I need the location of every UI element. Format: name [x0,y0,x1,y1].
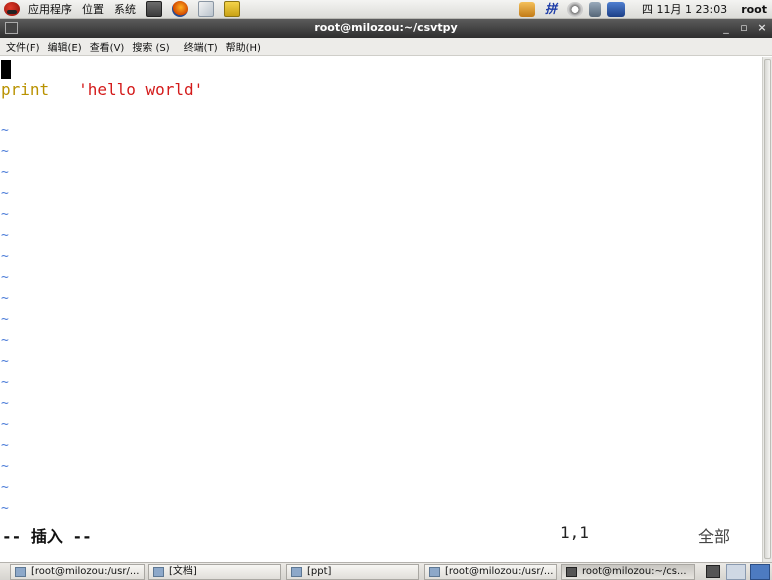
task-label: [root@milozou:/usr/... [31,566,140,577]
tilde-marker: ~ [1,354,9,369]
close-button[interactable]: × [755,21,769,35]
tilde-marker: ~ [1,459,9,474]
display-icon[interactable] [607,1,625,17]
task-label: [root@milozou:/usr/... [445,566,554,577]
terminal-area[interactable]: print 'hello world' ~ ~ ~ ~ ~ ~ ~ ~ ~ ~ ~ ~ ~ ~ ~ ~ ~ ~ ~ … [0,57,762,562]
folder-icon [291,567,302,577]
window-title: root@milozou:~/csvtpy [314,21,458,34]
tilde-marker: ~ [1,333,9,348]
code-line: print 'hello world' [1,79,203,101]
input-method-icon[interactable]: 拼 [541,2,561,17]
workspace-1[interactable] [726,564,746,580]
keyword-print: print [1,80,50,99]
mail-icon[interactable] [198,1,214,17]
tilde-marker: ~ [1,270,9,285]
menu-edit[interactable]: 编辑(E) [44,39,86,54]
string-literal: 'hello world' [78,80,204,99]
tilde-marker: ~ [1,249,9,264]
tilde-marker: ~ [1,417,9,432]
tilde-marker: ~ [1,375,9,390]
task-terminal-usr-2[interactable]: [root@milozou:/usr/... [424,564,557,580]
tilde-marker: ~ [1,501,9,516]
task-ppt[interactable]: [ppt] [286,564,419,580]
tilde-marker: ~ [1,207,9,222]
vim-mode-indicator: -- 插入 -- [2,527,92,546]
minimize-button[interactable]: _ [719,21,733,35]
firefox-icon[interactable] [172,1,188,17]
clock[interactable]: 四 11月 1 23:03 [642,1,727,17]
show-desktop-icon[interactable] [706,565,720,578]
update-icon[interactable] [567,1,583,17]
user-name[interactable]: root [741,3,767,16]
terminal-icon [566,567,577,577]
menu-terminal[interactable]: 终端(T) [180,39,222,54]
scrollbar-thumb[interactable] [764,59,771,559]
terminal-icon [429,567,440,577]
tilde-marker: ~ [1,123,9,138]
menu-view[interactable]: 查看(V) [86,39,129,54]
menu-search[interactable]: 搜索 (S) [128,39,173,54]
tilde-marker: ~ [1,186,9,201]
places-menu[interactable]: 位置 [77,0,109,19]
scroll-indicator: 全部 [698,527,731,546]
cursor-position: 1,1 [560,523,589,542]
window-titlebar[interactable]: root@milozou:~/csvtpy _ ▫ × [0,19,772,38]
redhat-logo-icon[interactable] [4,2,20,16]
tilde-marker: ~ [1,480,9,495]
applications-menu[interactable]: 应用程序 [23,0,77,19]
tilde-marker: ~ [1,165,9,180]
task-terminal-usr-1[interactable]: [root@milozou:/usr/... [10,564,145,580]
tilde-marker: ~ [1,228,9,243]
text-cursor [1,60,11,79]
tilde-marker: ~ [1,396,9,411]
taskbar: [root@milozou:/usr/... [文档] [ppt] [root@… [0,562,772,580]
folder-icon [153,567,164,577]
tilde-marker: ~ [1,312,9,327]
notes-icon[interactable] [224,1,240,17]
tilde-marker: ~ [1,291,9,306]
workspace-2[interactable] [750,564,770,580]
maximize-button[interactable]: ▫ [737,21,751,35]
network-icon[interactable] [519,1,535,17]
menu-file[interactable]: 文件(F) [2,39,44,54]
task-label: [文档] [169,566,197,577]
scrollbar[interactable] [762,57,772,562]
task-terminal-active[interactable]: root@milozou:~/cs... [561,564,695,580]
tilde-marker: ~ [1,144,9,159]
system-menu[interactable]: 系统 [109,0,141,19]
top-panel: 应用程序 位置 系统 拼 四 11月 1 23:03 root [0,0,772,19]
terminal-icon[interactable] [146,1,162,17]
tilde-marker: ~ [1,438,9,453]
task-documents[interactable]: [文档] [148,564,281,580]
terminal-icon [15,567,26,577]
task-label: root@milozou:~/cs... [582,566,687,577]
task-label: [ppt] [307,566,332,577]
menubar: 文件(F) 编辑(E) 查看(V) 搜索 (S) 终端(T) 帮助(H) [0,38,772,56]
menu-help[interactable]: 帮助(H) [222,39,265,54]
volume-icon[interactable] [589,1,601,17]
